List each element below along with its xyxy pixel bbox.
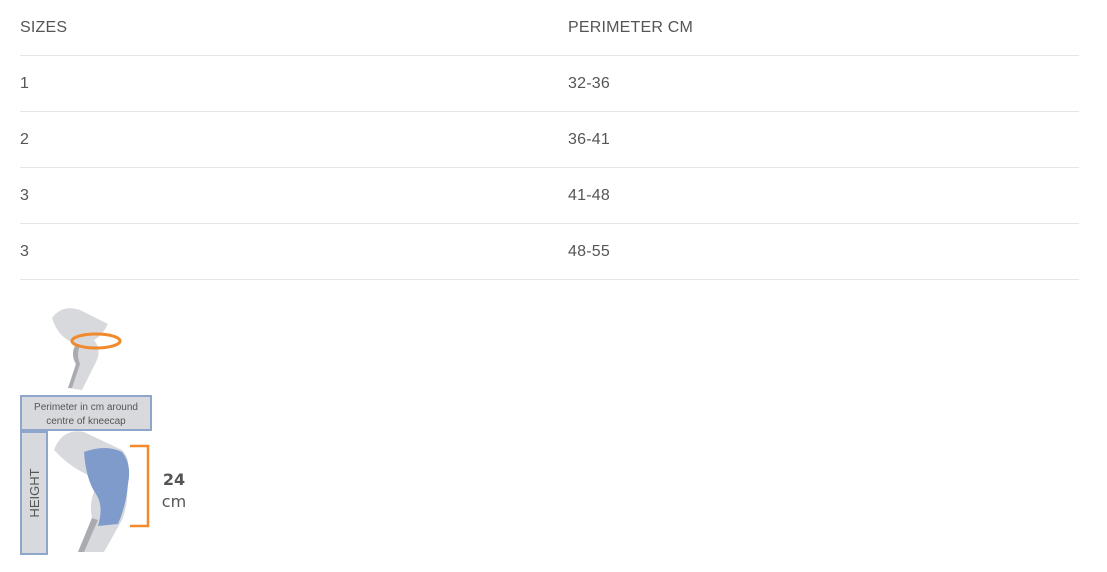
knee-brace-illustration	[54, 431, 130, 552]
table-row: 1 32-36	[20, 55, 1079, 112]
height-value: 24	[163, 470, 185, 489]
knee-measurement-diagram: Perimeter in cm around centre of kneecap…	[18, 300, 198, 560]
perimeter-cell: 32-36	[568, 55, 1079, 112]
perimeter-caption-line1: Perimeter in cm around	[34, 402, 138, 413]
table-header-row: SIZES PERIMETER CM	[20, 0, 1079, 56]
size-chart-table: SIZES PERIMETER CM 1 32-36 2 36-41 3 41-…	[20, 0, 1079, 280]
size-cell: 2	[20, 111, 568, 168]
perimeter-cell: 36-41	[568, 111, 1079, 168]
sizes-column-header: SIZES	[20, 0, 568, 56]
table-row: 3 41-48	[20, 167, 1079, 224]
perimeter-cell: 41-48	[568, 167, 1079, 224]
size-cell: 1	[20, 55, 568, 112]
size-cell: 3	[20, 223, 568, 280]
height-measure-bracket	[130, 444, 150, 528]
knee-perimeter-illustration	[52, 308, 122, 390]
perimeter-column-header: PERIMETER CM	[568, 0, 1079, 56]
height-label: HEIGHT	[27, 468, 42, 517]
height-unit: cm	[162, 492, 186, 511]
size-cell: 3	[20, 167, 568, 224]
perimeter-cell: 48-55	[568, 223, 1079, 280]
table-row: 3 48-55	[20, 223, 1079, 280]
thigh-shape	[52, 308, 108, 344]
perimeter-caption-line2: centre of kneecap	[46, 416, 126, 427]
table-row: 2 36-41	[20, 111, 1079, 168]
